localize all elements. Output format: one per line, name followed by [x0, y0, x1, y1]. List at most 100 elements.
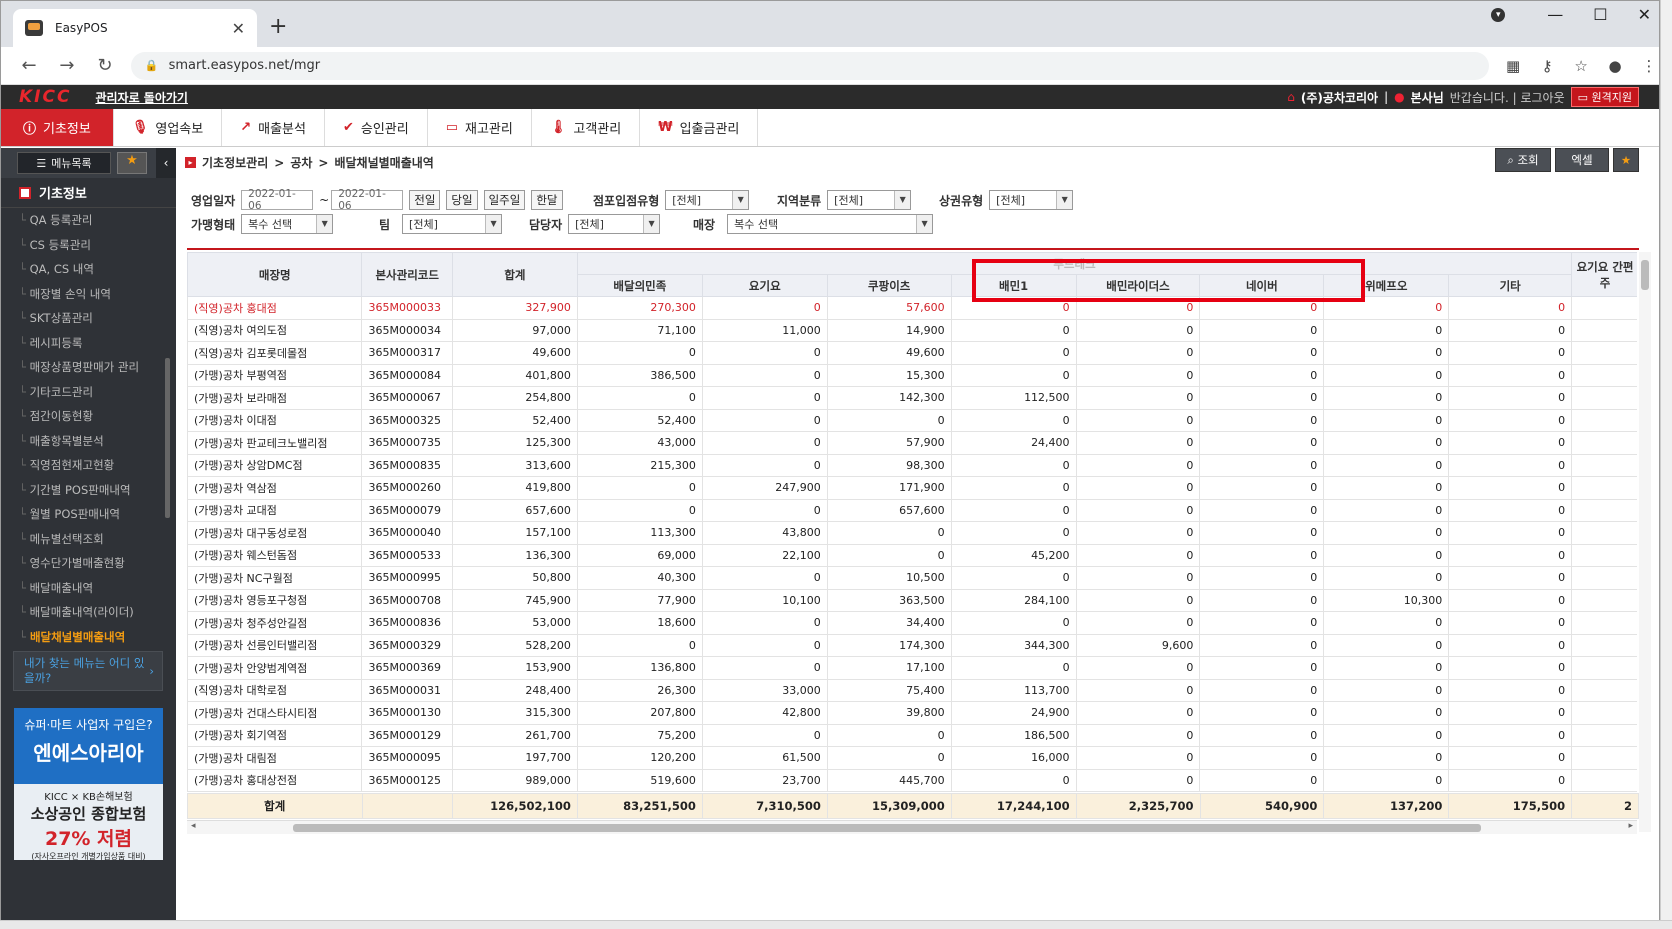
- more-menu-icon[interactable]: ⋮: [1639, 57, 1659, 75]
- table-row[interactable]: (가맹)공차 보라매점 365M000067 254,800 0 0 142,300 112…: [187, 386, 1637, 410]
- table-row[interactable]: (가맹)공차 판교테크노밸리점 365M000735 125,300 43,000 0 5…: [187, 431, 1637, 455]
- sidebar-collapse-icon[interactable]: ‹: [156, 148, 176, 178]
- sidebar-item[interactable]: └ 매장별 손익 내역: [19, 282, 176, 307]
- key-icon[interactable]: ⚷: [1537, 57, 1557, 75]
- col-hq-code[interactable]: 본사관리코드: [361, 252, 453, 297]
- sidebar-item[interactable]: └ 배달채널별매출내역: [19, 625, 176, 650]
- col-yogiyo[interactable]: 요기요: [701, 274, 828, 297]
- sidebar-item[interactable]: └ 레시피등록: [19, 331, 176, 356]
- back-icon[interactable]: ←: [19, 55, 39, 76]
- col-store-name[interactable]: 매장명: [187, 252, 363, 297]
- table-row[interactable]: (가맹)공차 선릉인터밸리점 365M000329 528,200 0 0 174,300…: [187, 633, 1637, 657]
- profile-dropdown-icon[interactable]: ▾: [1491, 7, 1506, 22]
- sidebar-item[interactable]: └ 월별 POS판매내역: [19, 502, 176, 527]
- table-row[interactable]: (가맹)공차 안양범계역점 365M000369 153,900 136,800 0 17…: [187, 656, 1637, 680]
- col-other[interactable]: 기타: [1448, 274, 1573, 297]
- col-baemin1[interactable]: 배민1: [950, 274, 1077, 297]
- breadcrumb-level-1[interactable]: 기초정보관리: [202, 154, 268, 171]
- sidebar-item[interactable]: └ 기간별 POS판매내역: [19, 478, 176, 503]
- horizontal-scroll-thumb[interactable]: [293, 824, 1481, 832]
- new-tab-icon[interactable]: +: [269, 14, 287, 39]
- manager-select[interactable]: [전체] ▼: [568, 214, 661, 234]
- table-row[interactable]: (가맹)공차 교대점 365M000079 657,600 0 0 657,600 0 0 0 0…: [187, 498, 1637, 522]
- col-baemin-riders[interactable]: 배민라이더스: [1075, 274, 1201, 297]
- sidebar-item[interactable]: └ SKT상품관리: [19, 306, 176, 331]
- quick-today-button[interactable]: 당일: [446, 190, 478, 210]
- col-baemin[interactable]: 배달의민족: [576, 274, 703, 297]
- table-row[interactable]: (직영)공차 김포롯데몰점 365M000317 49,600 0 0 49,600 0 0 0…: [187, 341, 1637, 365]
- scroll-left-icon[interactable]: ◂: [191, 821, 196, 831]
- account-icon[interactable]: ●: [1605, 57, 1625, 75]
- quick-yesterday-button[interactable]: 전일: [409, 190, 441, 210]
- main-menu-item[interactable]: 🎙 영업속보: [114, 109, 223, 146]
- horizontal-scrollbar[interactable]: ◂ ▸: [187, 820, 1637, 834]
- sidebar-item[interactable]: └ QA, CS 내역: [19, 257, 176, 282]
- url-field[interactable]: 🔒 smart.easypos.net/mgr: [130, 51, 1490, 80]
- search-button[interactable]: ⌕ 조회: [1495, 148, 1551, 172]
- banner-ad-nsaria[interactable]: 슈퍼·마트 사업자 구입은? 엔에스아리아: [14, 708, 163, 784]
- table-row[interactable]: (가맹)공차 대구동성로점 365M000040 157,100 113,300 43,…: [187, 521, 1637, 545]
- sidebar-item[interactable]: └ 배달매출내역(라이더): [19, 600, 176, 625]
- banner-ad-insurance[interactable]: KICC × KB손해보험 소상공인 종합보험 27% 저렴 (자사오프라인 개…: [14, 784, 163, 861]
- table-row[interactable]: (직영)공차 홍대점 365M000033 327,900 270,300 0 57,60…: [187, 296, 1637, 320]
- main-menu-item[interactable]: ⓘ 기초정보: [1, 109, 114, 146]
- table-row[interactable]: (가맹)공차 대림점 365M000095 197,700 120,200 61,500…: [187, 746, 1637, 770]
- table-row[interactable]: (가맹)공차 청주성안길점 365M000836 53,000 18,600 0 34,4…: [187, 611, 1637, 635]
- sidebar-item[interactable]: └ QA 등록관리: [19, 208, 176, 233]
- table-row[interactable]: (가맹)공차 홍대상전점 365M000125 989,000 519,600 23,7…: [187, 768, 1637, 792]
- forward-icon[interactable]: →: [57, 55, 77, 76]
- date-to-input[interactable]: 2022-01-06: [331, 188, 404, 212]
- table-row[interactable]: (가맹)공차 상암DMC점 365M000835 313,600 215,300 0 98…: [187, 453, 1637, 477]
- table-row[interactable]: (가맹)공차 NC구월점 365M000995 50,800 40,300 0 10,50…: [187, 566, 1637, 590]
- qr-code-icon[interactable]: ▦: [1503, 57, 1523, 75]
- col-naver[interactable]: 네이버: [1199, 274, 1325, 297]
- maximize-icon[interactable]: ☐: [1593, 5, 1607, 24]
- table-row[interactable]: (가맹)공차 영등포구청점 365M000708 745,900 77,900 10,1…: [187, 588, 1637, 612]
- table-row[interactable]: (가맹)공차 부평역점 365M000084 401,800 386,500 0 15,3…: [187, 363, 1637, 387]
- store-select[interactable]: 복수 선택 ▼: [727, 214, 934, 234]
- sidebar-item[interactable]: └ 배달매출내역: [19, 576, 176, 601]
- region-select[interactable]: [전체] ▼: [827, 190, 912, 210]
- col-total[interactable]: 합계: [451, 252, 578, 297]
- back-to-admin-link[interactable]: 관리자로 돌아가기: [95, 89, 188, 106]
- sidebar-scrollbar[interactable]: [165, 358, 170, 518]
- sidebar-item[interactable]: └ 기타코드관리: [19, 380, 176, 405]
- table-row[interactable]: (직영)공차 여의도점 365M000034 97,000 71,100 11,000 1…: [187, 318, 1637, 342]
- breadcrumb-level-2[interactable]: 공차: [290, 154, 312, 171]
- col-yogiyo-easy[interactable]: 요기요 간편주: [1571, 252, 1637, 297]
- close-tab-icon[interactable]: ✕: [232, 19, 245, 38]
- scroll-right-icon[interactable]: ▸: [1628, 821, 1633, 831]
- quick-month-button[interactable]: 한달: [531, 190, 563, 210]
- sidebar-item[interactable]: └ 메뉴별선택조회: [19, 527, 176, 552]
- quick-week-button[interactable]: 일주일: [483, 190, 526, 210]
- main-menu-item[interactable]: ↗ 매출분석: [222, 109, 325, 146]
- table-row[interactable]: (가맹)공차 회기역점 365M000129 261,700 75,200 0 0 186,…: [187, 723, 1637, 747]
- date-from-input[interactable]: 2022-01-06: [241, 188, 314, 212]
- main-menu-item[interactable]: 🌡 고객관리: [532, 109, 641, 146]
- col-coupang-eats[interactable]: 쿠팡이츠: [826, 274, 952, 297]
- franchise-select[interactable]: 복수 선택 ▼: [241, 214, 334, 234]
- menu-list-button[interactable]: ☰ 메뉴목록: [17, 152, 111, 174]
- remote-support-button[interactable]: ▭ 원격지원: [1570, 87, 1639, 107]
- browser-tab[interactable]: EasyPOS ✕: [13, 9, 257, 47]
- bookmark-star-icon[interactable]: ☆: [1571, 57, 1591, 75]
- reload-icon[interactable]: ↻: [95, 55, 115, 76]
- favorites-star-button[interactable]: ★: [117, 152, 147, 174]
- sidebar-item[interactable]: └ CS 등록관리: [19, 233, 176, 258]
- vertical-scrollbar[interactable]: [1639, 252, 1651, 832]
- find-menu-help[interactable]: 내가 찾는 메뉴는 어디 있을까? ›: [13, 651, 163, 691]
- sidebar-item[interactable]: └ 직영점현재고현황: [19, 453, 176, 478]
- vertical-scroll-thumb[interactable]: [1641, 260, 1649, 290]
- col-wemakeprice-o[interactable]: 위메프오: [1323, 274, 1450, 297]
- favorite-star-icon[interactable]: ★: [1613, 148, 1639, 172]
- excel-button[interactable]: 엑셀: [1555, 148, 1609, 172]
- minimize-icon[interactable]: —: [1547, 5, 1563, 24]
- close-window-icon[interactable]: ✕: [1638, 5, 1651, 24]
- sidebar-item[interactable]: └ 영수단가별매출현황: [19, 551, 176, 576]
- table-row[interactable]: (가맹)공차 웨스턴돔점 365M000533 136,300 69,000 22,10…: [187, 543, 1637, 567]
- main-menu-item[interactable]: ✔ 승인관리: [325, 109, 428, 146]
- commercial-select[interactable]: [전체] ▼: [989, 190, 1074, 210]
- table-row[interactable]: (직영)공차 대학로점 365M000031 248,400 26,300 33,000…: [187, 678, 1637, 702]
- table-row[interactable]: (가맹)공차 역삼점 365M000260 419,800 0 247,900 171,9…: [187, 476, 1637, 500]
- sidebar-item[interactable]: └ 매장상품명판매가 관리: [19, 355, 176, 380]
